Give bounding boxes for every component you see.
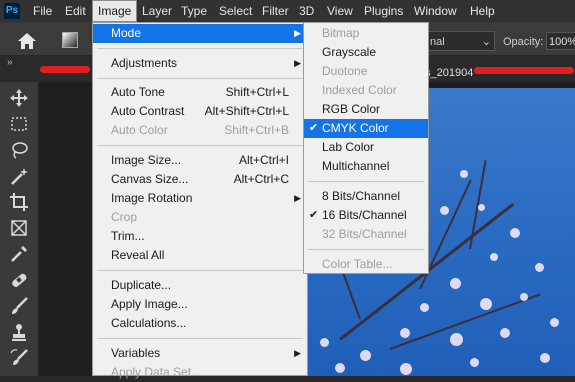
submenu-item-multichannel[interactable]: Multichannel <box>304 157 428 176</box>
submenu-item-indexed-color: Indexed Color <box>322 83 397 97</box>
submenu-item-color-table: Color Table... <box>322 257 393 271</box>
mode-submenu: Bitmap Grayscale Duotone Indexed Color R… <box>303 22 429 274</box>
menu-item-trim[interactable]: Trim... <box>93 227 307 246</box>
menu-item-auto-color: Auto Color Shift+Ctrl+B <box>93 121 307 140</box>
submenu-item-rgb-color[interactable]: RGB Color <box>304 100 428 119</box>
chevron-down-icon: ⌄ <box>481 36 491 48</box>
submenu-item-grayscale[interactable]: Grayscale <box>304 43 428 62</box>
opacity-label: Opacity: <box>503 36 544 48</box>
menu-item-canvas-size[interactable]: Canvas Size... Alt+Ctrl+C <box>93 170 307 189</box>
submenu-arrow-icon: ▶ <box>294 28 301 38</box>
submenu-item-lab-color[interactable]: Lab Color <box>304 138 428 157</box>
shortcut-label: Alt+Ctrl+I <box>238 153 289 167</box>
submenu-item-bitmap: Bitmap <box>322 26 360 40</box>
opacity-input[interactable]: 100% <box>546 32 575 50</box>
menu-item-reveal-all[interactable]: Reveal All <box>93 246 307 265</box>
brush-tool-icon[interactable] <box>8 295 30 317</box>
redaction-mark <box>474 67 574 74</box>
move-tool-icon[interactable] <box>8 87 30 109</box>
submenu-item-duotone: Duotone <box>322 64 368 78</box>
menu-item-label: Mode <box>111 26 142 40</box>
menu-item-variables[interactable]: Variables ▶ <box>93 344 307 363</box>
menu-plugins[interactable]: Plugins <box>359 0 408 22</box>
submenu-arrow-icon: ▶ <box>294 193 301 203</box>
menu-item-auto-contrast[interactable]: Auto Contrast Alt+Shift+Ctrl+L <box>93 102 307 121</box>
blend-mode-value: nal <box>430 36 445 48</box>
collapse-panels-icon[interactable]: » <box>7 57 13 68</box>
menu-edit[interactable]: Edit <box>60 0 91 22</box>
magic-wand-tool-icon[interactable] <box>8 165 30 187</box>
clone-stamp-tool-icon[interactable] <box>8 321 30 343</box>
submenu-arrow-icon: ▶ <box>294 348 301 358</box>
menu-select[interactable]: Select <box>214 0 257 22</box>
shortcut-label: Shift+Ctrl+B <box>224 123 289 137</box>
menu-item-adjustments[interactable]: Adjustments ▶ <box>93 54 307 73</box>
menu-type[interactable]: Type <box>176 0 212 22</box>
crop-tool-icon[interactable] <box>8 191 30 213</box>
tools-panel <box>0 82 39 376</box>
blend-mode-select[interactable]: nal ⌄ <box>425 31 495 51</box>
healing-brush-tool-icon[interactable] <box>8 269 30 291</box>
document-tab-title[interactable]: s_201904 <box>425 67 473 79</box>
menu-item-apply-data-set: Apply Data Set... <box>111 365 202 379</box>
image-menu-dropdown: Mode ▶ Adjustments ▶ Auto Tone Shift+Ctr… <box>92 22 308 379</box>
marquee-tool-icon[interactable] <box>8 113 30 135</box>
menu-item-image-size[interactable]: Image Size... Alt+Ctrl+I <box>93 151 307 170</box>
shortcut-label: Alt+Ctrl+C <box>233 172 289 186</box>
checkmark-icon: ✔ <box>309 122 319 134</box>
submenu-item-16-bits[interactable]: ✔ 16 Bits/Channel <box>304 206 428 225</box>
gradient-swatch-icon[interactable] <box>62 32 78 48</box>
menu-filter[interactable]: Filter <box>257 0 294 22</box>
shortcut-label: Alt+Shift+Ctrl+L <box>204 104 289 118</box>
menu-item-calculations[interactable]: Calculations... <box>93 314 307 333</box>
lasso-tool-icon[interactable] <box>8 139 30 161</box>
menu-item-crop: Crop <box>111 210 138 224</box>
submenu-item-cmyk-color[interactable]: ✔ CMYK Color <box>304 119 428 138</box>
menu-view[interactable]: View <box>322 0 358 22</box>
menu-3d[interactable]: 3D <box>294 0 319 22</box>
shortcut-label: Shift+Ctrl+L <box>225 85 289 99</box>
submenu-item-8-bits[interactable]: 8 Bits/Channel <box>304 187 428 206</box>
menu-layer[interactable]: Layer <box>137 0 177 22</box>
redaction-mark <box>40 66 90 73</box>
menu-bar: Ps File Edit Image Layer Type Select Fil… <box>0 0 575 22</box>
menu-help[interactable]: Help <box>465 0 500 22</box>
frame-tool-icon[interactable] <box>8 217 30 239</box>
eyedropper-tool-icon[interactable] <box>8 243 30 265</box>
menu-item-duplicate[interactable]: Duplicate... <box>93 276 307 295</box>
submenu-item-32-bits: 32 Bits/Channel <box>322 227 407 241</box>
photoshop-logo: Ps <box>4 3 20 19</box>
menu-image[interactable]: Image <box>92 0 138 22</box>
menu-item-image-rotation[interactable]: Image Rotation ▶ <box>93 189 307 208</box>
menu-file[interactable]: File <box>28 0 57 22</box>
checkmark-icon: ✔ <box>309 209 319 221</box>
history-brush-tool-icon[interactable] <box>8 347 30 369</box>
menu-window[interactable]: Window <box>409 0 462 22</box>
home-icon[interactable] <box>17 32 37 50</box>
menu-item-apply-image[interactable]: Apply Image... <box>93 295 307 314</box>
submenu-arrow-icon: ▶ <box>294 58 301 68</box>
menu-item-mode[interactable]: Mode ▶ <box>93 24 307 43</box>
menu-item-auto-tone[interactable]: Auto Tone Shift+Ctrl+L <box>93 83 307 102</box>
